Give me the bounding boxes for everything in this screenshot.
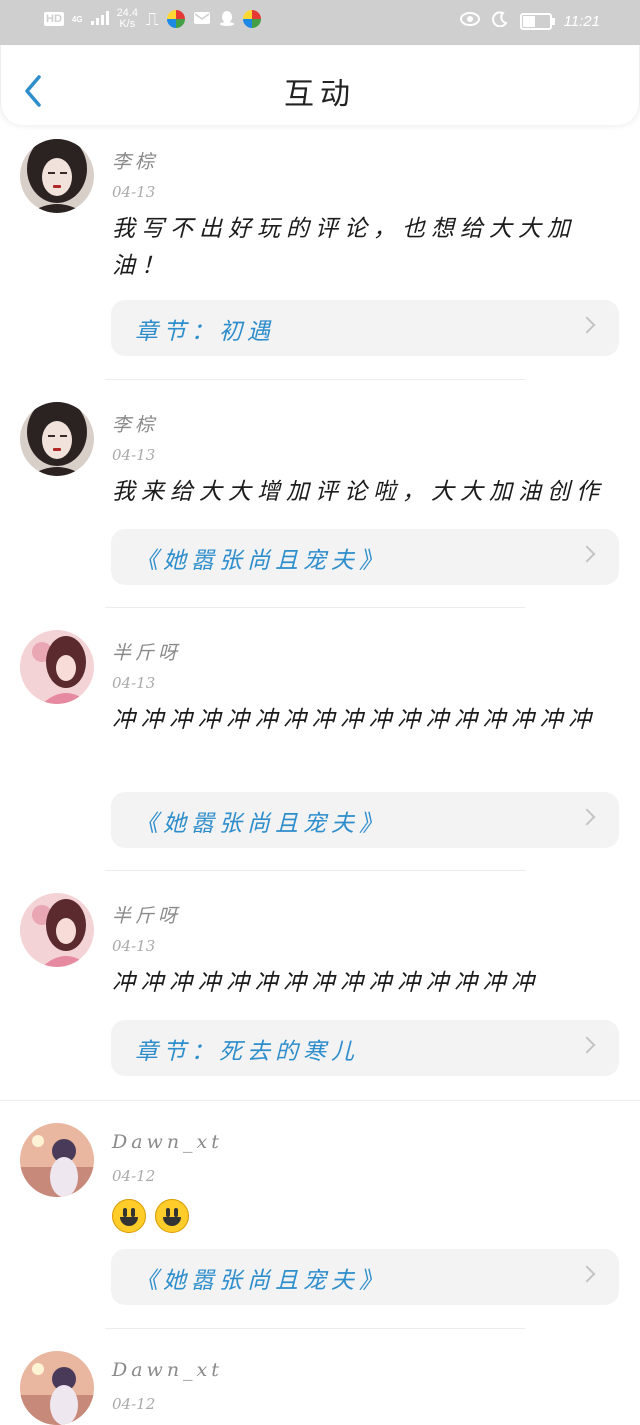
clock: 11:21 [563, 12, 600, 30]
avatar[interactable] [20, 630, 94, 704]
comment-date: 04-13 [112, 446, 156, 464]
top-navigation-bar: 互动 [0, 45, 640, 125]
comment-text: 冲冲冲冲冲冲冲冲冲冲冲冲冲冲冲冲冲 [112, 707, 597, 733]
app-icon [166, 10, 185, 28]
avatar[interactable] [20, 1123, 94, 1197]
comment-emoji [112, 1199, 193, 1233]
reference-label: 《她嚣张尚且宠夫》 [135, 1268, 387, 1294]
reference-link[interactable]: 章节：死去的寒儿 [111, 1020, 619, 1076]
comment-date: 04-13 [112, 183, 156, 201]
reference-link[interactable]: 《她嚣张尚且宠夫》 [111, 792, 619, 848]
reference-link[interactable]: 《她嚣张尚且宠夫》 [111, 1249, 619, 1305]
comment-text: 我来给大大增加评论啦，大大加油创作 [112, 479, 605, 505]
avatar[interactable] [20, 139, 94, 213]
user-name[interactable]: 李棕 [112, 410, 158, 437]
user-name[interactable]: 半斤呀 [112, 901, 181, 928]
moon-icon [491, 11, 508, 31]
net-speed: 24.4 K/s [116, 7, 138, 30]
user-name[interactable]: Dawn_xt [112, 1131, 223, 1153]
status-right: 11:21 [459, 11, 600, 31]
status-left: HD 4G 24.4 K/s ⎍ [44, 8, 261, 30]
comment-text: 冲冲冲冲冲冲冲冲冲冲冲冲冲冲冲 [112, 970, 540, 996]
avatar[interactable] [20, 1351, 94, 1425]
battery-icon [519, 12, 555, 30]
divider [105, 379, 525, 380]
reference-link[interactable]: 章节：初遇 [111, 300, 619, 356]
comment-date: 04-12 [112, 1395, 156, 1413]
mail-icon [193, 11, 211, 28]
chevron-right-icon [578, 1265, 596, 1283]
divider [105, 870, 525, 871]
hd-badge: HD [44, 12, 64, 26]
comment-text: 我写不出好玩的评论，也想给大大加油！ [112, 216, 576, 279]
grinning-face-icon [112, 1199, 146, 1233]
avatar[interactable] [20, 893, 94, 967]
eye-icon [459, 12, 480, 30]
reference-label: 《她嚣张尚且宠夫》 [135, 548, 387, 574]
chevron-right-icon [578, 545, 596, 563]
reference-label: 《她嚣张尚且宠夫》 [135, 811, 387, 837]
reference-label: 章节：初遇 [135, 319, 275, 345]
chevron-right-icon [578, 808, 596, 826]
qq-icon [219, 10, 235, 29]
signal-icon [90, 10, 109, 28]
user-name[interactable]: Dawn_xt [112, 1359, 223, 1381]
chevron-right-icon [578, 1036, 596, 1054]
network-type: 4G [71, 14, 83, 24]
chevron-right-icon [578, 316, 596, 334]
app-icon-2 [242, 10, 261, 28]
divider [105, 1328, 525, 1329]
comment-date: 04-13 [112, 674, 156, 692]
reference-label: 章节：死去的寒儿 [135, 1039, 359, 1065]
comment-date: 04-13 [112, 937, 156, 955]
user-name[interactable]: 半斤呀 [112, 638, 181, 665]
avatar[interactable] [20, 402, 94, 476]
user-name[interactable]: 李棕 [112, 147, 158, 174]
reference-link[interactable]: 《她嚣张尚且宠夫》 [111, 529, 619, 585]
status-bar: HD 4G 24.4 K/s ⎍ 11:21 [0, 0, 640, 45]
divider [0, 1100, 640, 1101]
grinning-face-icon [155, 1199, 190, 1233]
divider [105, 607, 525, 608]
comment-date: 04-12 [112, 1167, 156, 1185]
earphone-app-icon: ⎍ [145, 8, 159, 29]
page-title: 互动 [284, 77, 356, 112]
